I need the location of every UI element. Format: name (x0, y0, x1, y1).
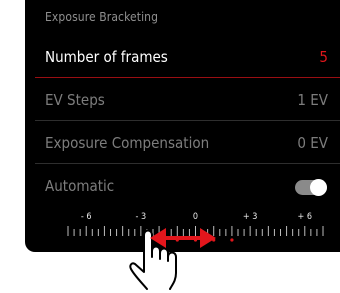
menu-item-value: 0 EV (297, 134, 328, 152)
menu-item-label: EV Steps (45, 91, 105, 109)
menu-item-label: Exposure Compensation (45, 134, 210, 152)
menu-item-label: Automatic (45, 177, 115, 195)
divider (35, 163, 340, 164)
automatic-toggle[interactable] (295, 179, 327, 196)
menu-item-ev-steps[interactable]: EV Steps 1 EV (25, 80, 340, 121)
divider (35, 120, 340, 121)
menu-item-number-of-frames[interactable]: Number of frames 5 (25, 37, 340, 78)
menu-item-value: 5 (319, 48, 328, 66)
toggle-knob (310, 179, 327, 196)
scale-label: - 6 (80, 212, 92, 222)
bracket-mark (230, 238, 234, 242)
menu-item-value: 1 EV (297, 91, 328, 109)
double-headed-arrow-icon (150, 228, 216, 248)
menu-item-exposure-compensation[interactable]: Exposure Compensation 0 EV (25, 123, 340, 164)
scale-label: + 3 (242, 212, 258, 222)
scale-label: + 6 (297, 212, 313, 222)
divider (35, 76, 340, 78)
menu-item-automatic[interactable]: Automatic (25, 166, 340, 207)
menu-item-label: Number of frames (45, 48, 168, 66)
menu-header: Exposure Bracketing (45, 10, 159, 24)
